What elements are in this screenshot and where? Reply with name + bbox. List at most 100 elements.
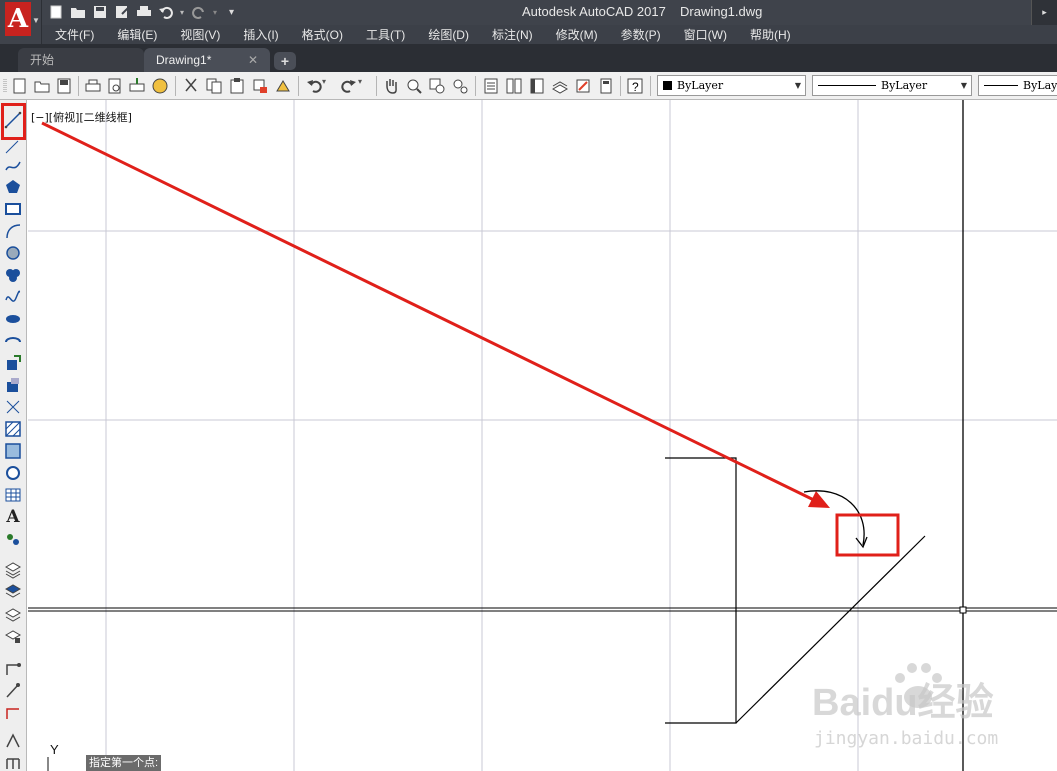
- block-editor-icon[interactable]: [274, 77, 292, 95]
- tab-start[interactable]: 开始: [18, 48, 144, 72]
- close-tab-icon[interactable]: ✕: [248, 48, 258, 72]
- dimension-linear-icon[interactable]: [3, 658, 23, 678]
- menu-file[interactable]: 文件(F): [42, 26, 94, 43]
- menu-draw[interactable]: 绘图(D): [415, 26, 469, 43]
- title-bar: ▾ ▾ ▾ Autodesk AutoCAD 2017 Drawing1.dwg…: [0, 0, 1057, 25]
- gradient-icon[interactable]: [3, 441, 23, 461]
- toolbar-separator: [650, 76, 651, 96]
- add-selected-icon[interactable]: [3, 529, 23, 549]
- layer-state-icon[interactable]: [3, 582, 23, 602]
- dimension-angular-icon[interactable]: [3, 730, 23, 750]
- menu-window[interactable]: 窗口(W): [671, 26, 727, 43]
- cut-icon[interactable]: [182, 77, 200, 95]
- hatch-icon[interactable]: [3, 419, 23, 439]
- menu-modify[interactable]: 修改(M): [543, 26, 598, 43]
- tab-drawing1[interactable]: Drawing1* ✕: [144, 48, 270, 72]
- linetype-sample: [818, 85, 876, 86]
- new-file-icon[interactable]: [46, 3, 65, 22]
- zoom-realtime-icon[interactable]: [405, 77, 423, 95]
- circle-icon[interactable]: [3, 243, 23, 263]
- chevron-down-icon: ▼: [794, 81, 802, 90]
- markup-set-manager-icon[interactable]: [574, 77, 592, 95]
- copy-icon[interactable]: [205, 77, 223, 95]
- chevron-down-icon: ▼: [32, 16, 40, 25]
- toolbar-grip-icon[interactable]: [2, 77, 8, 95]
- make-block-icon[interactable]: [3, 375, 23, 395]
- save-toolbar-icon[interactable]: [55, 77, 73, 95]
- plot-icon[interactable]: [84, 77, 102, 95]
- arc-icon[interactable]: [3, 221, 23, 241]
- plot-preview-icon[interactable]: [106, 77, 124, 95]
- undo-dropdown-icon[interactable]: ▾: [178, 3, 186, 22]
- polygon-icon[interactable]: [3, 177, 23, 197]
- redo-icon[interactable]: [189, 3, 208, 22]
- infocenter-expand-icon[interactable]: ▸: [1031, 0, 1057, 25]
- layer-isolate-icon[interactable]: [3, 626, 23, 646]
- redo-toolbar-dropdown-icon[interactable]: ▾: [358, 77, 366, 95]
- insert-block-icon[interactable]: [3, 353, 23, 373]
- region-icon[interactable]: [3, 463, 23, 483]
- menu-tools[interactable]: 工具(T): [353, 26, 405, 43]
- spline-icon[interactable]: [3, 287, 23, 307]
- open-folder-icon[interactable]: [68, 3, 87, 22]
- tool-palettes-icon[interactable]: [528, 77, 546, 95]
- match-properties-icon[interactable]: [251, 77, 269, 95]
- menu-insert[interactable]: 插入(I): [230, 26, 278, 43]
- menu-help[interactable]: 帮助(H): [737, 26, 791, 43]
- undo-toolbar-dropdown-icon[interactable]: ▾: [322, 77, 330, 95]
- drawing-canvas[interactable]: Baidu经验 [−][俯视][二维线框] Y 指定第一个点: jingyan.…: [28, 100, 1057, 771]
- point-icon[interactable]: [3, 397, 23, 417]
- dimension-aligned-icon[interactable]: [3, 680, 23, 700]
- zoom-window-icon[interactable]: [428, 77, 446, 95]
- dimension-continue-icon[interactable]: [3, 752, 23, 771]
- undo-icon[interactable]: [156, 3, 175, 22]
- qnew-icon[interactable]: [11, 77, 29, 95]
- menu-parametric[interactable]: 参数(P): [608, 26, 661, 43]
- color-dropdown[interactable]: ByLayer ▼: [657, 75, 806, 96]
- revision-cloud-icon[interactable]: [3, 265, 23, 285]
- line-tool-highlight-box: [1, 103, 26, 140]
- file-name: Drawing1.dwg: [680, 4, 763, 19]
- save-icon[interactable]: [90, 3, 109, 22]
- paste-icon[interactable]: [228, 77, 246, 95]
- drawing-area: Baidu经验: [28, 100, 1057, 771]
- open-icon[interactable]: [33, 77, 51, 95]
- properties-icon[interactable]: [482, 77, 500, 95]
- redo-toolbar-icon[interactable]: [340, 77, 358, 95]
- new-tab-button[interactable]: +: [274, 52, 296, 70]
- draw-toolbar: A: [0, 100, 27, 771]
- help-icon[interactable]: ?: [626, 77, 644, 95]
- undo-toolbar-icon[interactable]: [305, 77, 323, 95]
- menu-format[interactable]: 格式(O): [289, 26, 343, 43]
- ellipse-icon[interactable]: [3, 309, 23, 329]
- design-center-icon[interactable]: [505, 77, 523, 95]
- pan-hand-icon[interactable]: [382, 77, 400, 95]
- print-icon[interactable]: [134, 3, 153, 22]
- customize-qat-icon[interactable]: ▾: [222, 3, 241, 22]
- tab-drawing1-label: Drawing1*: [156, 53, 212, 67]
- layer-previous-icon[interactable]: [3, 604, 23, 624]
- menu-edit[interactable]: 编辑(E): [104, 26, 157, 43]
- app-title: Autodesk AutoCAD 2017: [522, 4, 666, 19]
- dimension-radius-icon[interactable]: [3, 702, 23, 722]
- zoom-previous-icon[interactable]: [451, 77, 469, 95]
- polyline-icon[interactable]: [3, 155, 23, 175]
- 3d-dwf-icon[interactable]: [151, 77, 169, 95]
- publish-icon[interactable]: [128, 77, 146, 95]
- viewport-controls[interactable]: [−][俯视][二维线框]: [31, 109, 132, 125]
- save-as-icon[interactable]: [112, 3, 131, 22]
- menu-view[interactable]: 视图(V): [167, 26, 220, 43]
- multiline-text-icon[interactable]: A: [3, 507, 23, 527]
- layer-properties-icon[interactable]: [3, 560, 23, 580]
- table-icon[interactable]: [3, 485, 23, 505]
- rectangle-icon[interactable]: [3, 199, 23, 219]
- quickcalc-icon[interactable]: [597, 77, 615, 95]
- tab-start-label: 开始: [30, 53, 55, 67]
- menu-dimension[interactable]: 标注(N): [479, 26, 533, 43]
- sheet-set-manager-icon[interactable]: [551, 77, 569, 95]
- lineweight-dropdown[interactable]: ByLayer: [978, 75, 1057, 96]
- linetype-dropdown[interactable]: ByLayer ▼: [812, 75, 972, 96]
- application-menu-button[interactable]: A ▼: [0, 0, 42, 44]
- ellipse-arc-icon[interactable]: [3, 331, 23, 351]
- redo-dropdown-icon[interactable]: ▾: [211, 3, 219, 22]
